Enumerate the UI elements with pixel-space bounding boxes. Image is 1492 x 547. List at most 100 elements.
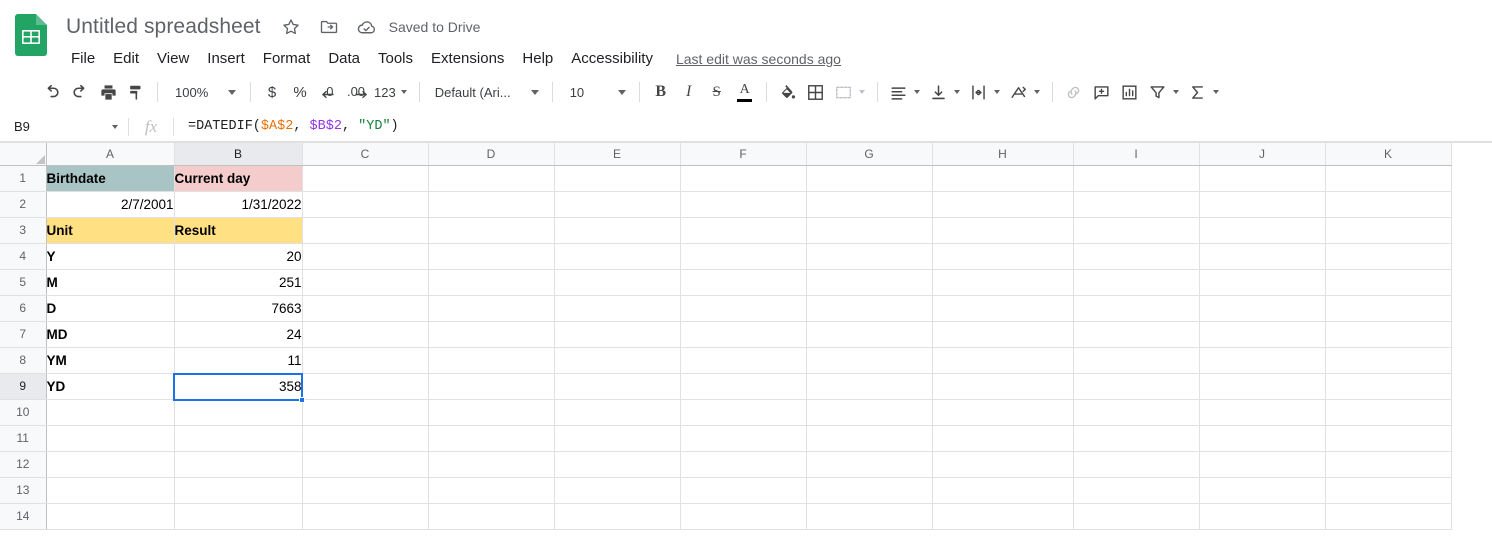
text-rotation-dropdown[interactable] <box>1033 78 1045 106</box>
cell-F11[interactable] <box>680 425 807 452</box>
cell-F12[interactable] <box>680 451 807 478</box>
number-format-dropdown[interactable] <box>400 78 412 106</box>
cell-A7[interactable]: MD <box>46 321 175 348</box>
cell-H1[interactable] <box>932 165 1074 192</box>
cell-D11[interactable] <box>428 425 555 452</box>
menu-item-accessibility[interactable]: Accessibility <box>562 46 662 72</box>
text-wrap-dropdown[interactable] <box>993 78 1005 106</box>
cell-C2[interactable] <box>302 191 429 218</box>
column-header-K[interactable]: K <box>1325 143 1452 166</box>
cell-F9[interactable] <box>680 373 807 400</box>
cell-F6[interactable] <box>680 295 807 322</box>
cell-H9[interactable] <box>932 373 1074 400</box>
cell-G7[interactable] <box>806 321 933 348</box>
cell-C8[interactable] <box>302 347 429 374</box>
cell-C13[interactable] <box>302 477 429 504</box>
cell-A14[interactable] <box>46 503 175 530</box>
menu-item-help[interactable]: Help <box>513 46 562 72</box>
cell-E9[interactable] <box>554 373 681 400</box>
name-box[interactable]: B9 <box>0 112 128 142</box>
cell-I8[interactable] <box>1073 347 1200 374</box>
cell-H11[interactable] <box>932 425 1074 452</box>
last-edit-link[interactable]: Last edit was seconds ago <box>676 51 841 67</box>
cell-F3[interactable] <box>680 217 807 244</box>
formula-input[interactable]: =DATEDIF($A$2, $B$2, "YD") <box>174 112 1492 142</box>
cell-H12[interactable] <box>932 451 1074 478</box>
borders-icon[interactable] <box>802 78 830 106</box>
column-header-J[interactable]: J <box>1199 143 1326 166</box>
cell-D14[interactable] <box>428 503 555 530</box>
cell-A2[interactable]: 2/7/2001 <box>46 191 175 218</box>
cell-E10[interactable] <box>554 399 681 426</box>
cell-A9[interactable]: YD <box>46 373 175 400</box>
row-header-10[interactable]: 10 <box>0 399 47 426</box>
cell-B2[interactable]: 1/31/2022 <box>174 191 303 218</box>
cell-C5[interactable] <box>302 269 429 296</box>
print-icon[interactable] <box>94 78 122 106</box>
cell-I10[interactable] <box>1073 399 1200 426</box>
text-color-button[interactable]: A <box>731 78 759 106</box>
star-icon[interactable] <box>279 15 303 39</box>
row-header-8[interactable]: 8 <box>0 347 47 374</box>
cell-B7[interactable]: 24 <box>174 321 303 348</box>
row-header-14[interactable]: 14 <box>0 503 47 530</box>
cell-I12[interactable] <box>1073 451 1200 478</box>
column-header-E[interactable]: E <box>554 143 681 166</box>
cell-C1[interactable] <box>302 165 429 192</box>
italic-button[interactable]: I <box>675 78 703 106</box>
cell-H13[interactable] <box>932 477 1074 504</box>
currency-format-button[interactable]: $ <box>258 78 286 106</box>
cell-G10[interactable] <box>806 399 933 426</box>
create-filter-dropdown[interactable] <box>1172 78 1184 106</box>
cell-H7[interactable] <box>932 321 1074 348</box>
cell-J10[interactable] <box>1199 399 1326 426</box>
column-header-H[interactable]: H <box>932 143 1074 166</box>
move-to-folder-icon[interactable] <box>317 15 341 39</box>
cell-J7[interactable] <box>1199 321 1326 348</box>
cell-J11[interactable] <box>1199 425 1326 452</box>
menu-item-extensions[interactable]: Extensions <box>422 46 513 72</box>
cell-G9[interactable] <box>806 373 933 400</box>
cell-C10[interactable] <box>302 399 429 426</box>
cell-G11[interactable] <box>806 425 933 452</box>
cell-I4[interactable] <box>1073 243 1200 270</box>
text-wrap-selector[interactable] <box>965 78 1005 106</box>
cell-G8[interactable] <box>806 347 933 374</box>
cloud-saved-icon[interactable] <box>355 15 379 39</box>
cell-B5[interactable]: 251 <box>174 269 303 296</box>
cell-G2[interactable] <box>806 191 933 218</box>
cell-C3[interactable] <box>302 217 429 244</box>
cell-B11[interactable] <box>174 425 303 452</box>
functions-selector[interactable] <box>1184 78 1224 106</box>
cell-D12[interactable] <box>428 451 555 478</box>
cell-A10[interactable] <box>46 399 175 426</box>
cell-J12[interactable] <box>1199 451 1326 478</box>
text-rotation-selector[interactable] <box>1005 78 1045 106</box>
fill-color-icon[interactable] <box>774 78 802 106</box>
paint-format-icon[interactable] <box>122 78 150 106</box>
cell-K11[interactable] <box>1325 425 1452 452</box>
cell-G13[interactable] <box>806 477 933 504</box>
cell-E7[interactable] <box>554 321 681 348</box>
cell-D2[interactable] <box>428 191 555 218</box>
cell-A5[interactable]: M <box>46 269 175 296</box>
text-wrap-icon[interactable] <box>965 78 993 106</box>
cell-D9[interactable] <box>428 373 555 400</box>
percent-format-button[interactable]: % <box>286 78 314 106</box>
cell-E3[interactable] <box>554 217 681 244</box>
undo-icon[interactable] <box>38 78 66 106</box>
horizontal-align-icon[interactable] <box>885 78 913 106</box>
cell-B13[interactable] <box>174 477 303 504</box>
cell-E14[interactable] <box>554 503 681 530</box>
horizontal-align-dropdown[interactable] <box>913 78 925 106</box>
cell-F4[interactable] <box>680 243 807 270</box>
cell-B12[interactable] <box>174 451 303 478</box>
cell-K12[interactable] <box>1325 451 1452 478</box>
cell-G1[interactable] <box>806 165 933 192</box>
bold-button[interactable]: B <box>647 78 675 106</box>
row-header-1[interactable]: 1 <box>0 165 47 192</box>
cell-K2[interactable] <box>1325 191 1452 218</box>
menu-item-format[interactable]: Format <box>254 46 320 72</box>
cell-G4[interactable] <box>806 243 933 270</box>
row-header-13[interactable]: 13 <box>0 477 47 504</box>
